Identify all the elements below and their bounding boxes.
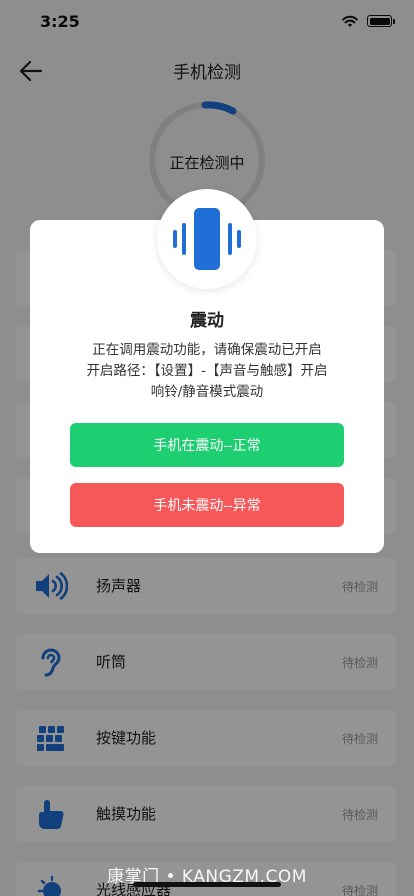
vibration-icon <box>157 189 257 289</box>
not-vibrating-abnormal-button[interactable]: 手机未震动--异常 <box>70 483 344 527</box>
dialog-title: 震动 <box>190 311 224 331</box>
vibrating-normal-button[interactable]: 手机在震动--正常 <box>70 423 344 467</box>
dialog-line-2: 开启路径：【设置】-【声音与触感】开启 <box>86 363 328 379</box>
dialog-line-3: 响铃/静音模式震动 <box>150 384 264 400</box>
dialog-line-1: 正在调用震动功能，请确保震动已开启 <box>92 342 322 358</box>
home-indicator <box>133 882 281 887</box>
dialog-message: 正在调用震动功能，请确保震动已开启 开启路径：【设置】-【声音与触感】开启 响铃… <box>50 340 364 403</box>
